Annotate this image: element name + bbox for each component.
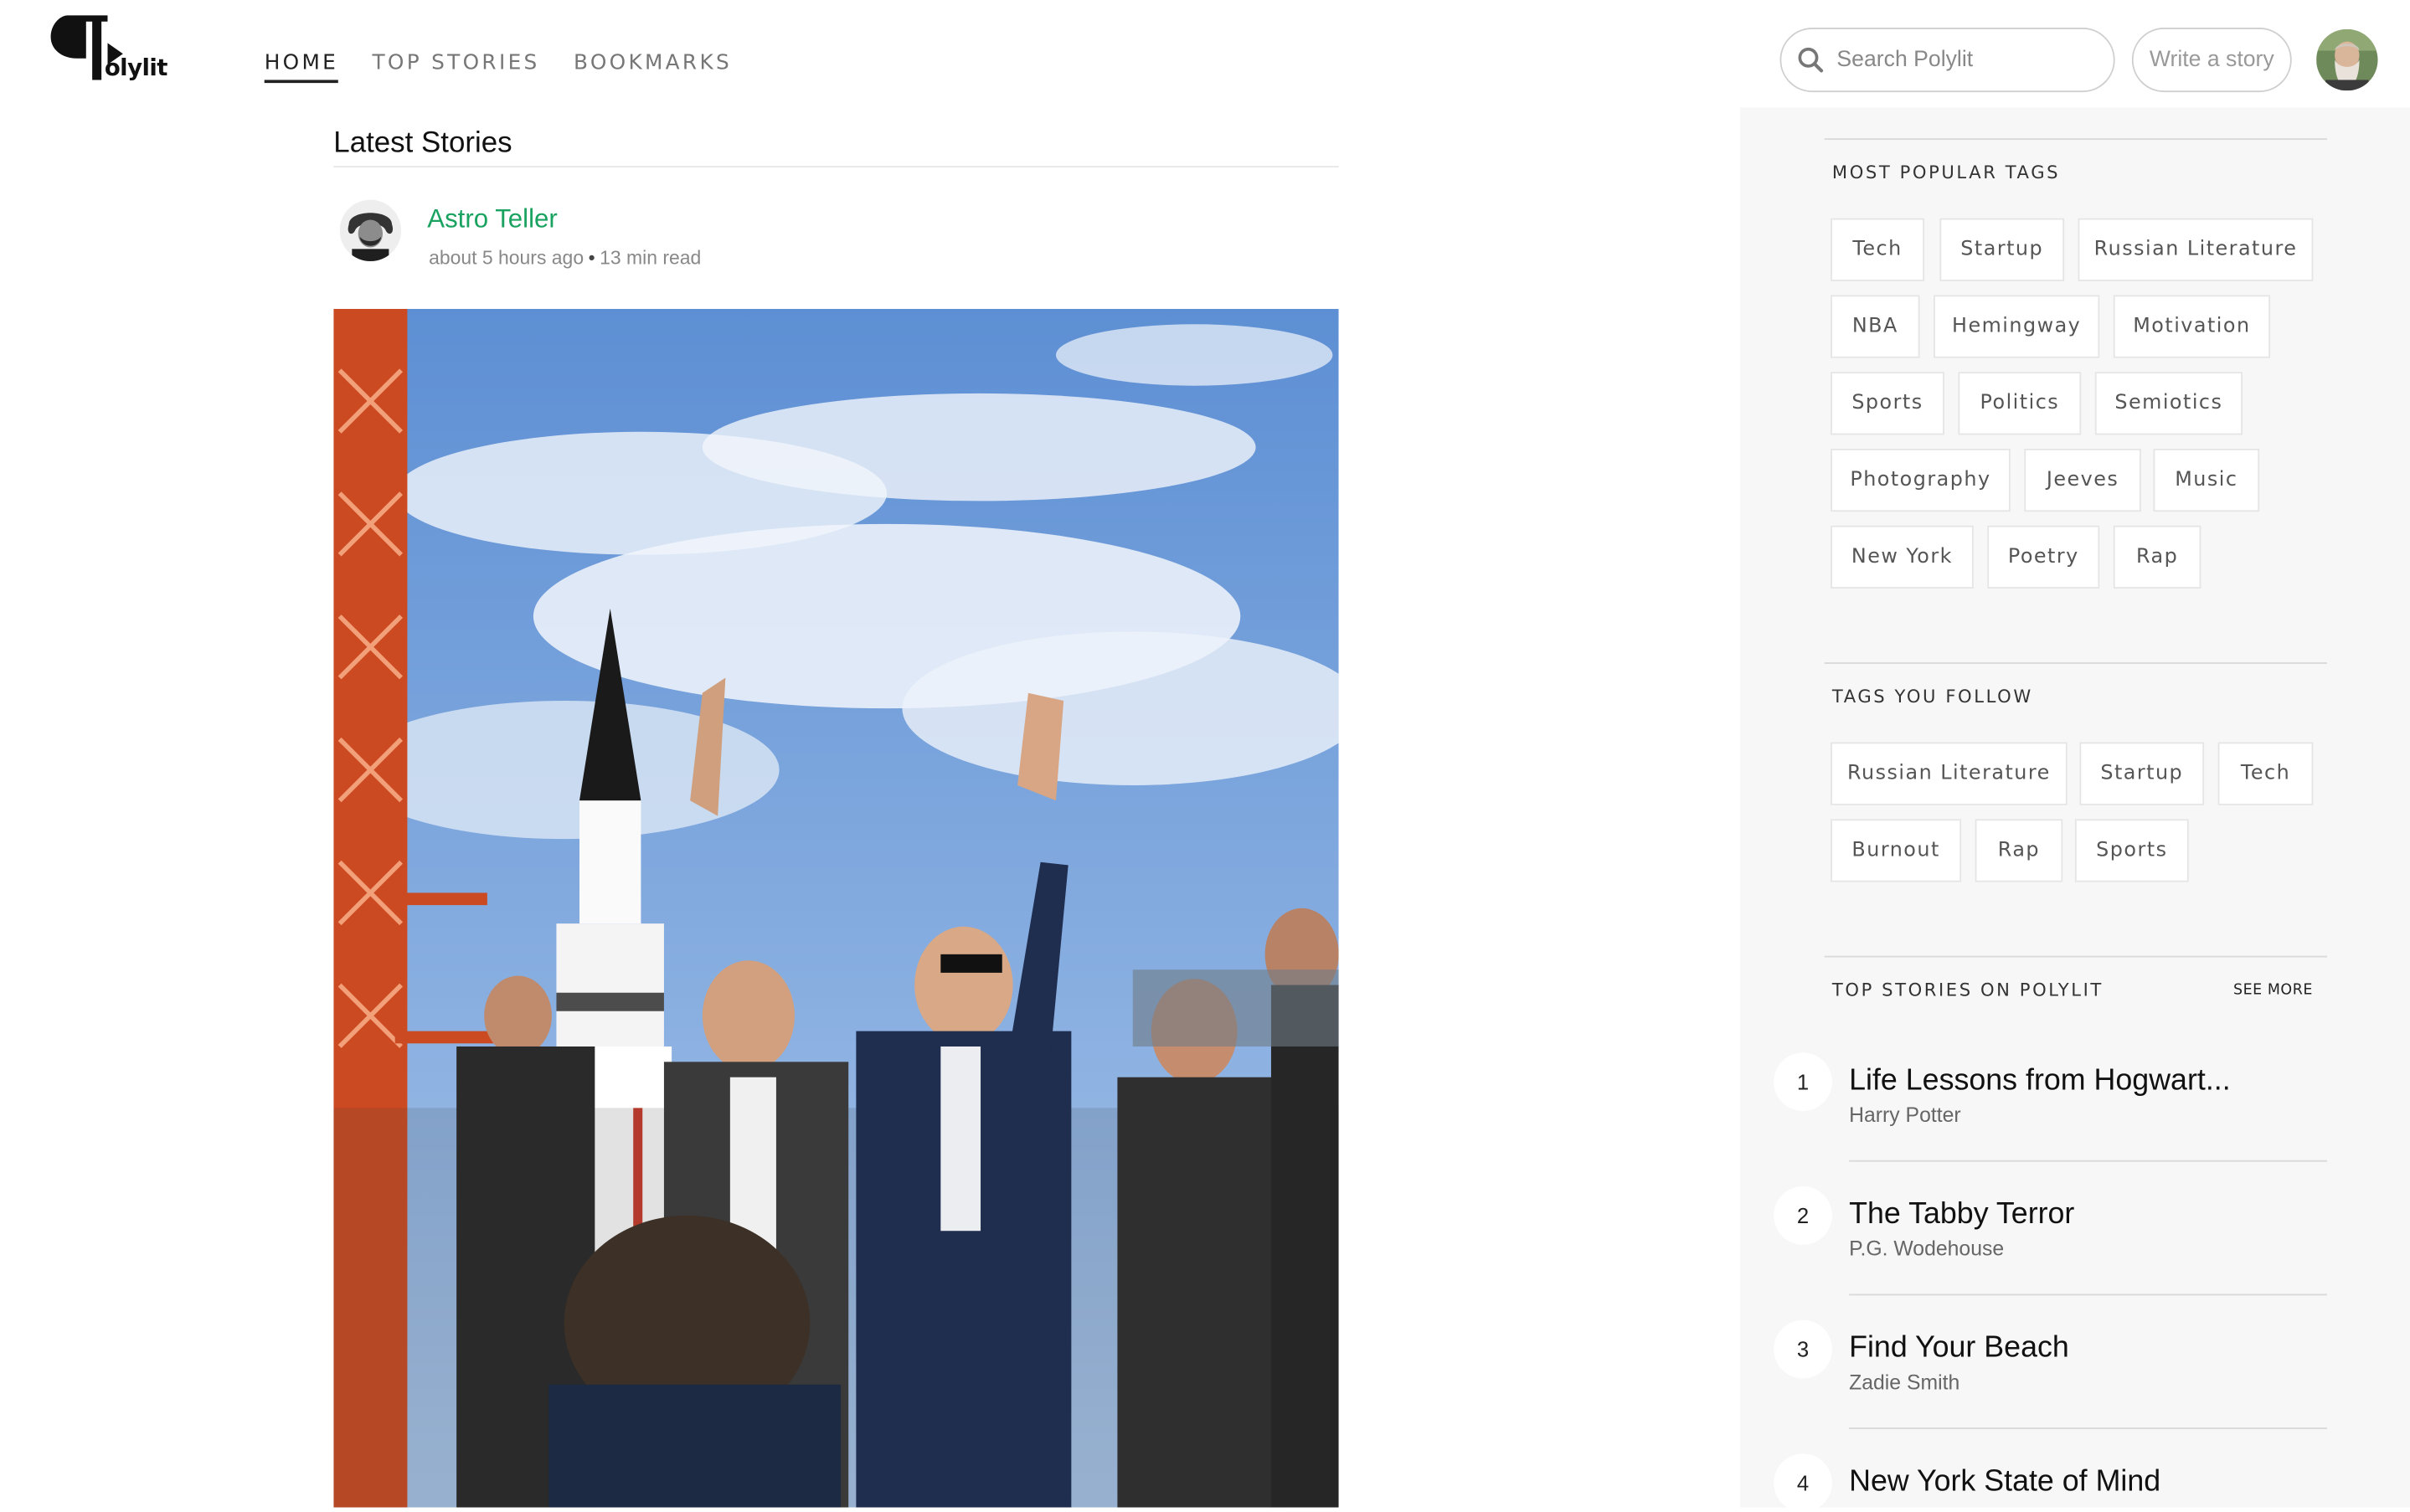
author-avatar[interactable] — [339, 199, 402, 262]
popular-tag[interactable]: Photography — [1831, 448, 2011, 512]
popular-tag[interactable]: New York — [1831, 525, 1974, 589]
user-avatar[interactable] — [2316, 28, 2378, 91]
top-story-title[interactable]: New York State of Mind — [1849, 1464, 2160, 1499]
rank-badge: 4 — [1774, 1453, 1832, 1512]
story-meta: about 5 hours ago • 13 min read — [429, 248, 701, 270]
popular-tag[interactable]: NBA — [1831, 295, 1920, 358]
search-icon — [1798, 47, 1824, 73]
followed-tag[interactable]: Startup — [2079, 742, 2205, 805]
followed-tag[interactable]: Russian Literature — [1831, 742, 2068, 805]
search-input[interactable] — [1836, 47, 2098, 73]
search-box[interactable] — [1779, 28, 2115, 93]
top-story-author: P.G. Wodehouse — [1849, 1237, 2005, 1261]
divider — [1849, 1293, 2327, 1296]
followed-tag[interactable]: Rap — [1975, 819, 2063, 882]
divider — [1824, 955, 2327, 958]
rank-badge: 2 — [1774, 1186, 1832, 1245]
top-story-title[interactable]: Life Lessons from Hogwart... — [1849, 1063, 2231, 1098]
divider — [333, 166, 1339, 168]
popular-tag[interactable]: Startup — [1939, 218, 2065, 281]
main-nav: HOME TOP STORIES BOOKMARKS — [264, 51, 732, 84]
popular-tag[interactable]: Hemingway — [1934, 295, 2100, 358]
popular-tag[interactable]: Rap — [2113, 525, 2201, 589]
rank-badge: 3 — [1774, 1319, 1832, 1379]
divider — [1849, 1160, 2327, 1162]
see-more-link[interactable]: SEE MORE — [2233, 982, 2313, 999]
popular-tag[interactable]: Politics — [1958, 372, 2082, 435]
polylit-logo[interactable]: olylit — [46, 13, 169, 86]
top-story-author: Harry Potter — [1849, 1103, 1961, 1127]
popular-tag[interactable]: Tech — [1831, 218, 1925, 281]
popular-tag[interactable]: Russian Literature — [2078, 218, 2314, 281]
followed-tag[interactable]: Sports — [2074, 819, 2189, 882]
divider — [1824, 138, 2327, 141]
divider — [1849, 1427, 2327, 1430]
meta-separator-dot: • — [588, 247, 595, 270]
divider — [1824, 662, 2327, 664]
top-story-author: Zadie Smith — [1849, 1371, 1960, 1394]
top-stories-heading: TOP STORIES ON POLYLIT — [1831, 979, 2104, 1000]
popular-tag[interactable]: Music — [2153, 448, 2260, 512]
followed-tag[interactable]: Tech — [2217, 742, 2314, 805]
nav-bookmarks[interactable]: BOOKMARKS — [574, 51, 732, 84]
rank-badge: 1 — [1774, 1052, 1832, 1112]
story-read-time: 13 min read — [600, 247, 702, 270]
story-cover-image[interactable] — [333, 308, 1339, 1508]
nav-top-stories[interactable]: TOP STORIES — [372, 51, 539, 84]
popular-tag[interactable]: Jeeves — [2024, 448, 2141, 512]
followed-tag[interactable]: Burnout — [1831, 819, 1962, 882]
top-story-title[interactable]: Find Your Beach — [1849, 1331, 2069, 1366]
popular-tag[interactable]: Poetry — [1987, 525, 2100, 589]
popular-tag[interactable]: Sports — [1831, 372, 1944, 435]
page: olylit HOME TOP STORIES BOOKMARKS Write … — [0, 0, 2410, 1512]
story-time: about 5 hours ago — [429, 247, 584, 270]
popular-tag[interactable]: Semiotics — [2094, 372, 2243, 435]
followed-tags-heading: TAGS YOU FOLLOW — [1831, 685, 2033, 707]
author-name-link[interactable]: Astro Teller — [427, 204, 558, 235]
top-story-title[interactable]: The Tabby Terror — [1849, 1197, 2074, 1232]
popular-tag[interactable]: Motivation — [2113, 295, 2271, 358]
nav-home[interactable]: HOME — [264, 51, 339, 84]
latest-stories-heading: Latest Stories — [333, 127, 512, 160]
write-story-button[interactable]: Write a story — [2131, 28, 2292, 93]
logo-text: olylit — [104, 54, 168, 82]
most-popular-tags-heading: MOST POPULAR TAGS — [1831, 161, 2061, 183]
